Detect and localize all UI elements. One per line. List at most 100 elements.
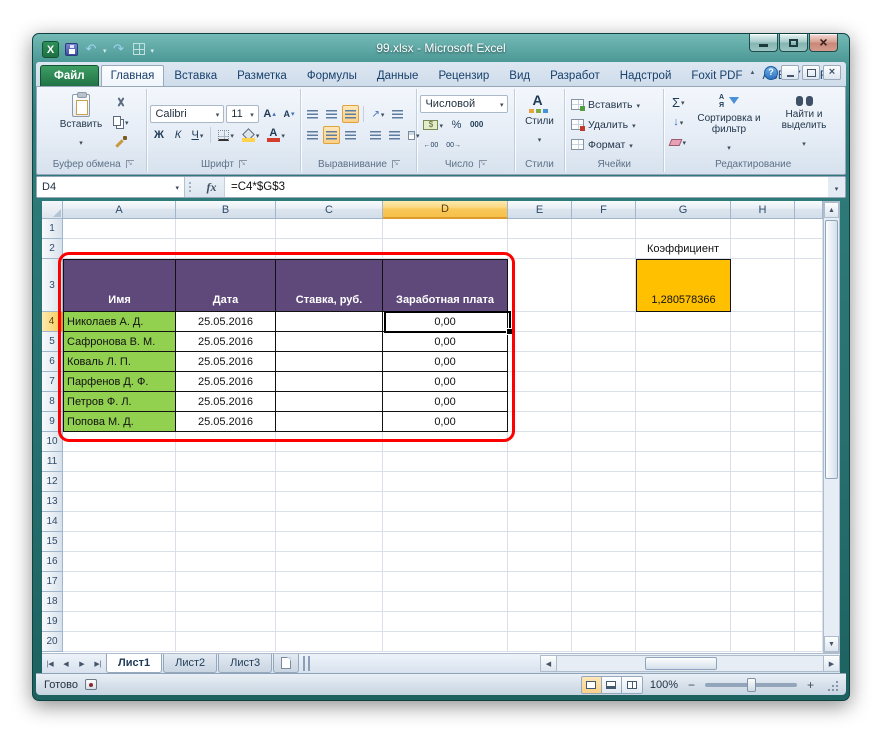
- increase-decimal-button[interactable]: [420, 137, 441, 155]
- cell-H15[interactable]: [731, 532, 796, 552]
- cell-C3[interactable]: Ставка, руб.: [276, 259, 384, 312]
- cell-G4[interactable]: [636, 312, 732, 332]
- row-header-7[interactable]: 7: [42, 372, 64, 392]
- row-header-16[interactable]: 16: [42, 552, 64, 572]
- cell-C7[interactable]: [276, 372, 384, 392]
- cell-E20[interactable]: [508, 632, 573, 652]
- cell-B6[interactable]: 25.05.2016: [176, 352, 277, 372]
- row-header-11[interactable]: 11: [42, 452, 64, 472]
- help-icon[interactable]: [764, 65, 778, 80]
- column-header-H[interactable]: H: [731, 201, 796, 219]
- cell-B12[interactable]: [176, 472, 277, 492]
- decrease-indent-button[interactable]: [367, 126, 384, 144]
- increase-indent-button[interactable]: [386, 126, 403, 144]
- column-header-A[interactable]: A: [63, 201, 177, 219]
- cell-G6[interactable]: [636, 352, 732, 372]
- cell-B18[interactable]: [176, 592, 277, 612]
- cell-A15[interactable]: [63, 532, 177, 552]
- cell-G11[interactable]: [636, 452, 732, 472]
- row-header-13[interactable]: 13: [42, 492, 64, 512]
- cell-A16[interactable]: [63, 552, 177, 572]
- cell-C5[interactable]: [276, 332, 384, 352]
- cell-A4[interactable]: Николаев А. Д.: [63, 312, 177, 332]
- cell-H11[interactable]: [731, 452, 796, 472]
- row-header-1[interactable]: 1: [42, 219, 64, 239]
- underline-button[interactable]: Ч: [188, 126, 206, 144]
- cell-E19[interactable]: [508, 612, 573, 632]
- cell-B10[interactable]: [176, 432, 277, 452]
- cell-E1[interactable]: [508, 219, 573, 239]
- cell-H7[interactable]: [731, 372, 796, 392]
- cell-F18[interactable]: [572, 592, 637, 612]
- align-left-button[interactable]: [304, 126, 321, 144]
- cell-G10[interactable]: [636, 432, 732, 452]
- ribbon-tab-Данные[interactable]: Данные: [367, 65, 429, 86]
- cell-G5[interactable]: [636, 332, 732, 352]
- vertical-scroll-track[interactable]: [824, 218, 839, 636]
- bold-button[interactable]: Ж: [150, 126, 167, 144]
- fill-button[interactable]: [667, 113, 689, 131]
- sort-filter-button[interactable]: Сортировка и фильтр: [692, 93, 766, 156]
- format-cells-button[interactable]: Формат: [568, 135, 661, 154]
- cell-G3[interactable]: 1,280578366: [636, 259, 732, 312]
- ribbon-tab-Вставка[interactable]: Вставка: [164, 65, 227, 86]
- find-select-button[interactable]: Найти и выделить: [769, 93, 839, 152]
- cell-G17[interactable]: [636, 572, 732, 592]
- cut-button[interactable]: [110, 93, 132, 111]
- row-header-19[interactable]: 19: [42, 612, 64, 632]
- next-sheet-button[interactable]: [74, 654, 90, 673]
- cell-C15[interactable]: [276, 532, 384, 552]
- ribbon-tab-Формулы[interactable]: Формулы: [297, 65, 367, 86]
- cell-C10[interactable]: [276, 432, 384, 452]
- cell-F5[interactable]: [572, 332, 637, 352]
- zoom-level-label[interactable]: 100%: [650, 679, 678, 691]
- cell-A17[interactable]: [63, 572, 177, 592]
- row-header-6[interactable]: 6: [42, 352, 64, 372]
- row-header-4[interactable]: 4: [42, 312, 64, 332]
- row-header-20[interactable]: 20: [42, 632, 64, 652]
- row-header-10[interactable]: 10: [42, 432, 64, 452]
- zoom-in-button[interactable]: +: [804, 678, 817, 692]
- cell-E3[interactable]: [508, 259, 573, 312]
- cell-D10[interactable]: [383, 432, 509, 452]
- cell-H2[interactable]: [731, 239, 796, 259]
- cell-A12[interactable]: [63, 472, 177, 492]
- cell-C14[interactable]: [276, 512, 384, 532]
- row-header-8[interactable]: 8: [42, 392, 64, 412]
- cell-D13[interactable]: [383, 492, 509, 512]
- select-all-corner[interactable]: [42, 201, 64, 219]
- cell-H3[interactable]: [731, 259, 796, 312]
- cell-E4[interactable]: [508, 312, 573, 332]
- cell-A13[interactable]: [63, 492, 177, 512]
- percent-format-button[interactable]: %: [448, 116, 465, 134]
- cell-E8[interactable]: [508, 392, 573, 412]
- cell-A5[interactable]: Сафронова В. М.: [63, 332, 177, 352]
- cell-A19[interactable]: [63, 612, 177, 632]
- cell-H14[interactable]: [731, 512, 796, 532]
- cell-C17[interactable]: [276, 572, 384, 592]
- cell-F20[interactable]: [572, 632, 637, 652]
- comma-format-button[interactable]: 000: [467, 116, 486, 134]
- cell-F9[interactable]: [572, 412, 637, 432]
- row-header-15[interactable]: 15: [42, 532, 64, 552]
- cell-B4[interactable]: 25.05.2016: [176, 312, 277, 332]
- cell-H12[interactable]: [731, 472, 796, 492]
- ribbon-tab-Главная[interactable]: Главная: [100, 65, 165, 86]
- workbook-restore-button[interactable]: [802, 65, 820, 80]
- cell-D4[interactable]: 0,00: [383, 312, 509, 332]
- column-header-E[interactable]: E: [508, 201, 573, 219]
- cell-F7[interactable]: [572, 372, 637, 392]
- first-sheet-button[interactable]: [42, 654, 58, 673]
- cell-G2[interactable]: Коэффициент: [636, 239, 732, 259]
- cell-A14[interactable]: [63, 512, 177, 532]
- dialog-launcher-icon[interactable]: [125, 159, 134, 168]
- cell-G19[interactable]: [636, 612, 732, 632]
- cell-H6[interactable]: [731, 352, 796, 372]
- tab-splitter-handle[interactable]: [303, 656, 311, 671]
- cell-H20[interactable]: [731, 632, 796, 652]
- cell-C16[interactable]: [276, 552, 384, 572]
- horizontal-scroll-track[interactable]: [557, 656, 823, 671]
- align-bottom-button[interactable]: [342, 105, 360, 123]
- styles-button[interactable]: Стили: [518, 92, 561, 148]
- delete-cells-button[interactable]: Удалить: [568, 115, 661, 134]
